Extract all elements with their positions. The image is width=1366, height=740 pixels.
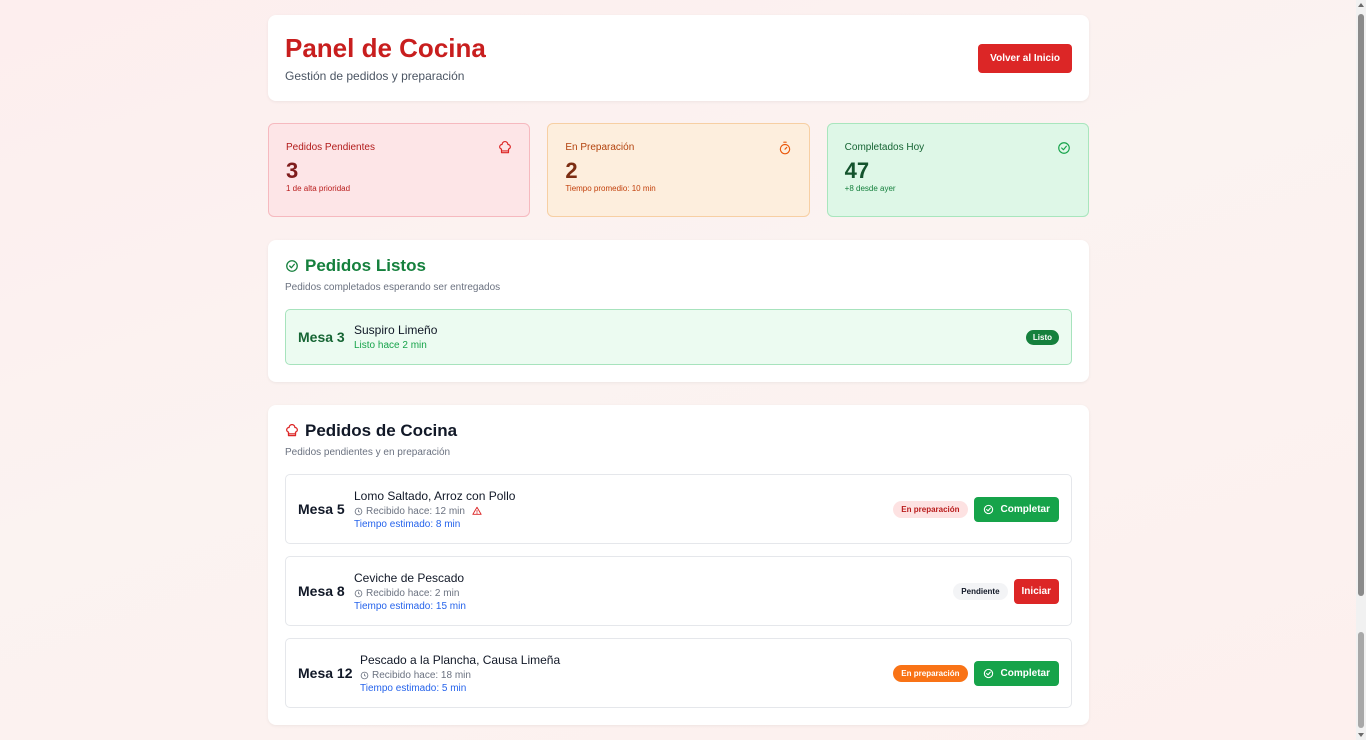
page-title: Panel de Cocina <box>285 33 486 63</box>
status-badge: Pendiente <box>953 582 1008 600</box>
estimated-time: Tiempo estimado: 15 min <box>354 600 466 612</box>
order-actions: En preparación Completar <box>893 660 1059 686</box>
order-item: Mesa 12 Pescado a la Plancha, Causa Lime… <box>285 638 1072 708</box>
order-actions: En preparación Completar <box>893 496 1059 522</box>
chef-hat-icon <box>286 424 298 437</box>
order-info: Pescado a la Plancha, Causa Limeña Recib… <box>360 653 560 694</box>
stat-note: Tiempo promedio: 10 min <box>565 184 656 193</box>
clock-icon <box>354 589 363 597</box>
order-item: Mesa 5 Lomo Saltado, Arroz con Pollo Rec… <box>285 474 1072 544</box>
clock-icon <box>360 671 369 679</box>
order-item: Mesa 8 Ceviche de Pescado Recibido hace:… <box>285 556 1072 626</box>
table-number: Mesa 5 <box>298 501 345 517</box>
stat-value: 3 <box>286 158 299 183</box>
received-time: Recibido hace: 2 min <box>354 588 466 599</box>
order-actions: Pendiente Iniciar <box>953 578 1059 604</box>
orders-list: Mesa 5 Lomo Saltado, Arroz con Pollo Rec… <box>285 474 1072 708</box>
ready-time: Listo hace 2 min <box>354 340 427 351</box>
stats-row: Pedidos Pendientes 3 1 de alta prioridad… <box>268 123 1089 217</box>
stat-value: 2 <box>565 158 578 183</box>
stat-value: 47 <box>844 158 870 183</box>
stat-label: En Preparación <box>565 142 635 153</box>
ready-section-title-text: Pedidos Listos <box>305 256 426 275</box>
table-number: Mesa 12 <box>298 665 353 681</box>
scroll-down-arrow-icon[interactable] <box>1358 733 1364 737</box>
dish-names: Ceviche de Pescado <box>354 570 465 585</box>
ready-section-title: Pedidos Listos <box>285 256 1072 276</box>
scrollbar-thumb[interactable] <box>1358 14 1364 596</box>
received-text: Recibido hace: 18 min <box>372 669 471 681</box>
status-badge: En preparación <box>893 664 968 682</box>
check-circle-icon <box>1058 142 1070 154</box>
stat-label: Pedidos Pendientes <box>286 142 375 153</box>
header-text: Panel de Cocina Gestión de pedidos y pre… <box>285 33 486 83</box>
ready-section-description: Pedidos completados esperando ser entreg… <box>285 282 501 293</box>
kitchen-orders-section: Pedidos de Cocina Pedidos pendientes y e… <box>268 405 1089 725</box>
chef-hat-icon <box>499 141 512 154</box>
estimated-time: Tiempo estimado: 5 min <box>360 682 467 694</box>
stat-card-preparing: En Preparación 2 Tiempo promedio: 10 min <box>547 123 810 217</box>
stat-note: +8 desde ayer <box>844 184 896 193</box>
clock-icon <box>354 507 363 515</box>
check-circle-icon <box>983 504 993 514</box>
status-badge: En preparación <box>893 500 968 518</box>
estimated-time: Tiempo estimado: 8 min <box>354 518 461 530</box>
dish-names: Lomo Saltado, Arroz con Pollo <box>354 488 516 503</box>
status-badge: Listo <box>1025 329 1059 345</box>
dish-names: Pescado a la Plancha, Causa Limeña <box>360 652 561 667</box>
kitchen-section-title: Pedidos de Cocina <box>285 421 1072 441</box>
received-text: Recibido hace: 2 min <box>366 587 460 599</box>
received-time: Recibido hace: 12 min <box>354 506 515 517</box>
stat-card-pending: Pedidos Pendientes 3 1 de alta prioridad <box>268 123 531 217</box>
kitchen-section-description: Pedidos pendientes y en preparación <box>285 447 451 458</box>
scrollbar-track-segment <box>1358 632 1364 728</box>
header-card: Panel de Cocina Gestión de pedidos y pre… <box>268 15 1089 101</box>
order-info: Lomo Saltado, Arroz con Pollo Recibido h… <box>354 489 515 530</box>
complete-button[interactable]: Completar <box>973 660 1059 686</box>
kitchen-section-title-text: Pedidos de Cocina <box>305 421 458 440</box>
dish-name: Suspiro Limeño <box>354 323 438 337</box>
timer-icon <box>779 141 790 155</box>
page-scrollbar[interactable] <box>1356 0 1366 740</box>
table-number: Mesa 8 <box>298 583 345 599</box>
stat-note: 1 de alta prioridad <box>286 184 351 193</box>
order-info: Ceviche de Pescado Recibido hace: 2 min … <box>354 571 466 612</box>
received-time: Recibido hace: 18 min <box>360 670 560 681</box>
warning-icon <box>472 506 482 515</box>
complete-button-label: Completar <box>1000 503 1050 515</box>
stat-label: Completados Hoy <box>844 142 925 153</box>
ready-order-item: Mesa 3 Suspiro Limeño Listo hace 2 min L… <box>285 309 1072 365</box>
back-home-button[interactable]: Volver al Inicio <box>978 43 1072 73</box>
check-circle-icon <box>286 260 298 272</box>
complete-button[interactable]: Completar <box>973 496 1059 522</box>
received-text: Recibido hace: 12 min <box>366 505 465 517</box>
check-circle-icon <box>983 668 993 678</box>
start-button[interactable]: Iniciar <box>1013 578 1059 604</box>
page-subtitle: Gestión de pedidos y preparación <box>285 69 465 83</box>
complete-button-label: Completar <box>1000 667 1050 679</box>
table-number: Mesa 3 <box>298 329 345 345</box>
stat-card-completed: Completados Hoy 47 +8 desde ayer <box>826 123 1089 217</box>
ready-order-info: Suspiro Limeño Listo hace 2 min <box>354 323 437 351</box>
scroll-up-arrow-icon[interactable] <box>1358 3 1364 7</box>
ready-orders-section: Pedidos Listos Pedidos completados esper… <box>268 240 1089 382</box>
main-container: Panel de Cocina Gestión de pedidos y pre… <box>268 15 1089 725</box>
